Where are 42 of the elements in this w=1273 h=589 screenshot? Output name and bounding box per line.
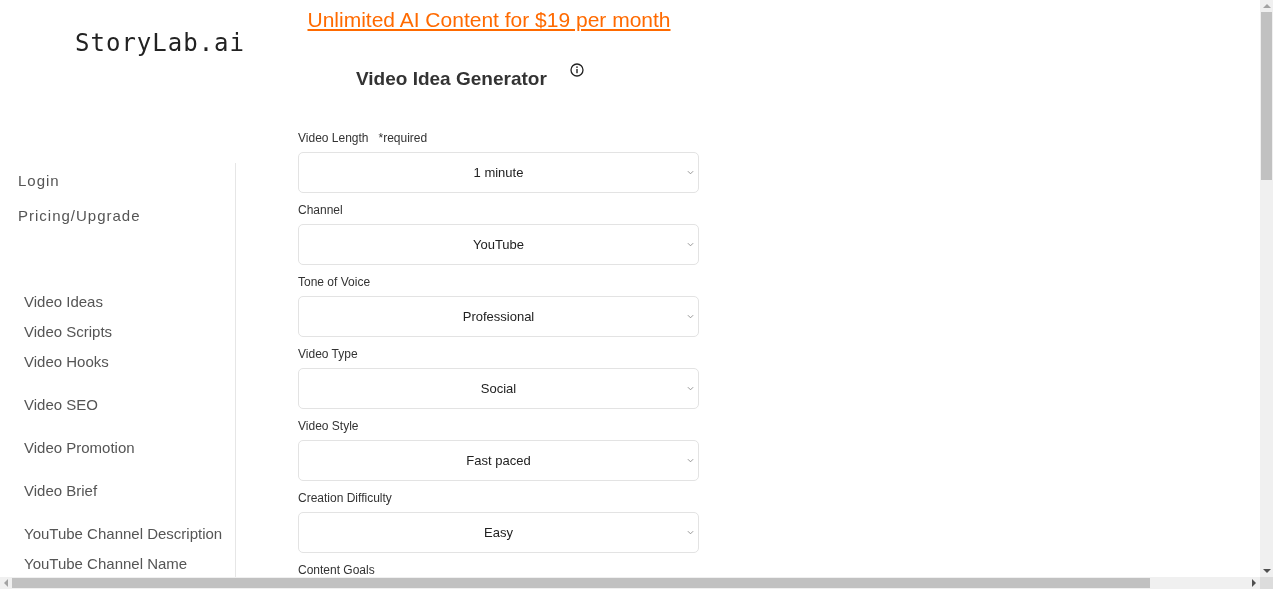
horizontal-scrollbar[interactable] xyxy=(0,577,1273,589)
nav-link[interactable]: Pricing/Upgrade xyxy=(18,206,141,226)
sidebar-item[interactable]: Video SEO xyxy=(24,395,98,414)
scroll-up-icon[interactable] xyxy=(1262,3,1271,9)
sidebar-item[interactable]: YouTube Channel Name xyxy=(24,554,188,573)
select-field[interactable]: 1 minute xyxy=(298,152,699,193)
chevron-down-icon xyxy=(687,458,694,463)
sidebar-item[interactable]: Video Hooks xyxy=(24,352,109,371)
scroll-left-icon[interactable] xyxy=(3,579,9,587)
select-field[interactable]: Easy xyxy=(298,512,699,553)
chevron-down-icon xyxy=(687,386,694,391)
field-label: Channel xyxy=(298,203,343,218)
scrollbar-thumb[interactable] xyxy=(12,578,1150,588)
scrollbar-thumb[interactable] xyxy=(1261,12,1272,180)
sidebar-item[interactable]: Video Promotion xyxy=(24,438,135,457)
field-label: Creation Difficulty xyxy=(298,491,392,506)
chevron-down-icon xyxy=(687,314,694,319)
select-field[interactable]: Professional xyxy=(298,296,699,337)
field-label: Content Goals xyxy=(298,563,375,577)
scrollbar-corner xyxy=(1260,577,1273,589)
select-field[interactable]: YouTube xyxy=(298,224,699,265)
chevron-down-icon xyxy=(687,242,694,247)
scroll-down-icon[interactable] xyxy=(1262,568,1271,574)
info-icon[interactable] xyxy=(569,63,584,77)
scroll-right-icon[interactable] xyxy=(1251,579,1257,587)
required-note: *required xyxy=(378,131,428,146)
select-field[interactable]: Fast paced xyxy=(298,440,699,481)
logo[interactable]: StoryLab.ai xyxy=(75,29,245,57)
vertical-scrollbar[interactable] xyxy=(1260,0,1273,577)
field-label: Tone of Voice xyxy=(298,275,371,290)
select-field[interactable]: Social xyxy=(298,368,699,409)
field-label: Video Style xyxy=(298,419,359,434)
chevron-down-icon xyxy=(687,530,694,535)
nav-link[interactable]: Login xyxy=(18,171,60,191)
page-title: Video Idea Generator xyxy=(356,67,547,91)
field-label: Video Length xyxy=(298,131,369,146)
sidebar-item[interactable]: Video Scripts xyxy=(24,322,113,341)
sidebar-item[interactable]: Video Brief xyxy=(24,481,98,500)
chevron-down-icon xyxy=(687,170,694,175)
sidebar-item[interactable]: YouTube Channel Description xyxy=(24,524,223,543)
field-label: Video Type xyxy=(298,347,358,362)
sidebar-item[interactable]: Video Ideas xyxy=(24,292,103,311)
